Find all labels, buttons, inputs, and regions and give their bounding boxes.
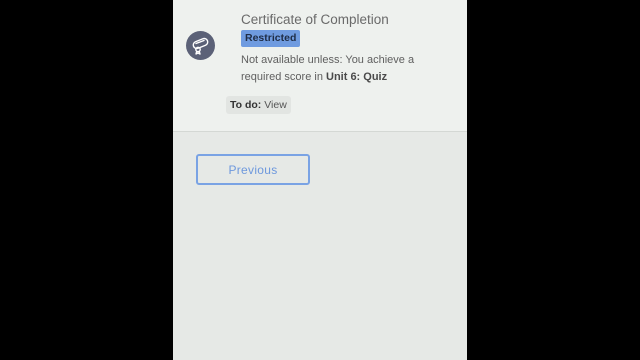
todo-label: To do: <box>230 99 262 111</box>
restriction-target: Unit 6: Quiz <box>326 71 388 83</box>
activity-card[interactable]: Certificate of Completion Restricted Not… <box>173 0 467 132</box>
activity-title[interactable]: Certificate of Completion <box>241 12 389 27</box>
restricted-badge: Restricted <box>241 30 301 47</box>
mobile-screen: Certificate of Completion Restricted Not… <box>173 0 467 360</box>
todo-value: View <box>264 99 287 111</box>
certificate-icon <box>186 31 215 60</box>
todo-chip: To do: View <box>226 96 291 114</box>
restriction-message: Not available unless: You achieve a requ… <box>241 52 451 86</box>
previous-button[interactable]: Previous <box>196 154 310 185</box>
